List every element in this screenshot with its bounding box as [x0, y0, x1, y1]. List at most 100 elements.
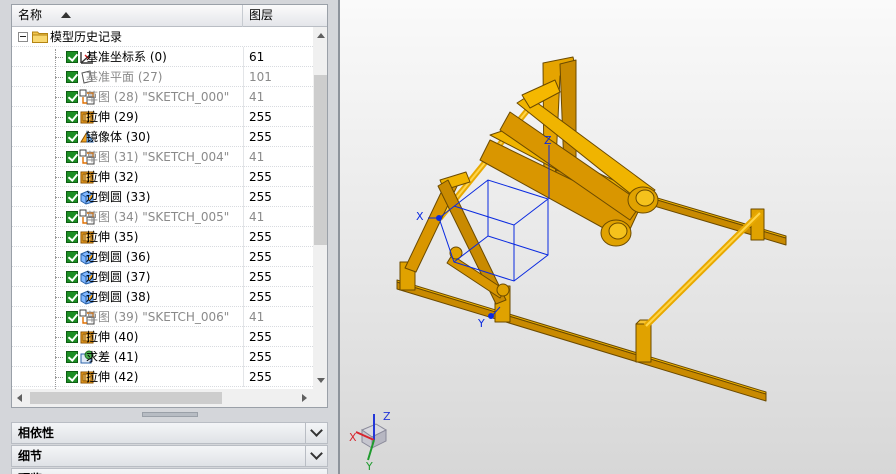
axis-x-label: X — [416, 210, 424, 223]
scroll-left-icon[interactable] — [17, 394, 22, 402]
visibility-checkbox[interactable] — [66, 131, 78, 143]
scroll-down-icon[interactable] — [317, 378, 325, 383]
chevron-down-icon[interactable] — [305, 446, 327, 466]
visibility-checkbox[interactable] — [66, 231, 78, 243]
tree-header: 名称 图层 — [12, 5, 327, 27]
column-header-name[interactable]: 名称 — [12, 5, 243, 27]
tree-root-row[interactable]: 模型历史记录 — [12, 27, 313, 47]
feature-label: 拉伸 (35) — [86, 230, 139, 244]
visibility-checkbox[interactable] — [66, 251, 78, 263]
feature-layer: 255 — [249, 170, 272, 184]
vertical-scrollbar[interactable] — [313, 27, 327, 389]
feature-label: 求差 (41) — [86, 350, 139, 364]
feature-label: 拉伸 (40) — [86, 330, 139, 344]
triad-z-label: Z — [383, 410, 391, 423]
horizontal-scrollbar[interactable] — [12, 389, 313, 407]
tree-row[interactable]: 草图 (34) "SKETCH_005" 41 — [12, 207, 313, 227]
tree-row[interactable]: 边倒圆 (33) 255 — [12, 187, 313, 207]
feature-layer: 255 — [249, 350, 272, 364]
panel-splitter-handle[interactable] — [142, 412, 198, 417]
scroll-thumb-horizontal[interactable] — [30, 392, 222, 404]
tree-row[interactable]: 基准平面 (27) 101 — [12, 67, 313, 87]
tree-row[interactable]: 草图 (31) "SKETCH_004" 41 — [12, 147, 313, 167]
visibility-checkbox[interactable] — [66, 91, 78, 103]
tree-root-label: 模型历史记录 — [50, 30, 123, 44]
graphics-viewport[interactable]: X Z Y Z X Y — [340, 0, 896, 474]
section-dependencies-label: 相依性 — [18, 426, 55, 440]
column-header-layer-label: 图层 — [249, 8, 274, 22]
section-details[interactable]: 细节 — [11, 445, 328, 467]
tree-rows: 模型历史记录 基准坐标系 (0) 61 基准平面 (27) 101 草图 (28) "S… — [12, 27, 313, 389]
visibility-checkbox[interactable] — [66, 351, 78, 363]
feature-label: 边倒圆 (37) — [86, 270, 151, 284]
scroll-right-icon[interactable] — [302, 394, 307, 402]
feature-label: 镜像体 (30) — [86, 130, 151, 144]
feature-label: 边倒圆 (38) — [86, 290, 151, 304]
feature-label: 草图 (39) "SKETCH_006" — [86, 310, 230, 324]
scroll-thumb[interactable] — [314, 75, 327, 245]
tree-row[interactable]: 拉伸 (35) 255 — [12, 227, 313, 247]
tree-row[interactable]: 拉伸 (32) 255 — [12, 167, 313, 187]
column-header-name-label: 名称 — [18, 8, 43, 22]
visibility-checkbox[interactable] — [66, 111, 78, 123]
feature-layer: 41 — [249, 90, 265, 104]
feature-label: 基准坐标系 (0) — [86, 50, 167, 64]
folder-icon — [32, 31, 48, 43]
visibility-checkbox[interactable] — [66, 271, 78, 283]
scroll-up-icon[interactable] — [317, 33, 325, 38]
scrollbar-corner — [313, 389, 327, 407]
feature-layer: 255 — [249, 370, 272, 384]
section-details-label: 细节 — [18, 449, 43, 463]
feature-label: 拉伸 (29) — [86, 110, 139, 124]
sort-ascending-icon[interactable] — [61, 12, 71, 18]
feature-layer: 255 — [249, 130, 272, 144]
collapse-icon[interactable] — [18, 32, 28, 42]
feature-layer: 41 — [249, 310, 265, 324]
tree-row[interactable]: 草图 (39) "SKETCH_006" 41 — [12, 307, 313, 327]
section-preview[interactable]: 预览 — [11, 468, 328, 474]
section-dependencies[interactable]: 相依性 — [11, 422, 328, 444]
chevron-down-icon[interactable] — [305, 423, 327, 443]
tree-row[interactable]: 求差 (41) 255 — [12, 347, 313, 367]
visibility-checkbox[interactable] — [66, 191, 78, 203]
feature-layer: 255 — [249, 110, 272, 124]
feature-layer: 61 — [249, 50, 265, 64]
tree-row[interactable]: 边倒圆 (37) 255 — [12, 267, 313, 287]
model-view[interactable]: X Z Y Z X Y — [340, 0, 896, 474]
tree-row[interactable]: 拉伸 (29) 255 — [12, 107, 313, 127]
visibility-checkbox[interactable] — [66, 311, 78, 323]
column-header-layer[interactable]: 图层 — [244, 5, 314, 27]
axis-y-label: Y — [477, 317, 485, 330]
feature-label: 边倒圆 (36) — [86, 250, 151, 264]
visibility-checkbox[interactable] — [66, 151, 78, 163]
feature-label: 边倒圆 (33) — [86, 190, 151, 204]
feature-layer: 255 — [249, 330, 272, 344]
feature-layer: 255 — [249, 250, 272, 264]
feature-layer: 255 — [249, 270, 272, 284]
view-triad-icon[interactable]: Z X Y — [349, 410, 391, 473]
tree-row[interactable]: 草图 (28) "SKETCH_000" 41 — [12, 87, 313, 107]
visibility-checkbox[interactable] — [66, 171, 78, 183]
feature-label: 拉伸 (42) — [86, 370, 139, 384]
tree-row[interactable]: 拉伸 (42) 255 — [12, 367, 313, 387]
tree-row[interactable]: 拉伸 (40) 255 — [12, 327, 313, 347]
tree-row[interactable]: 基准坐标系 (0) 61 — [12, 47, 313, 67]
visibility-checkbox[interactable] — [66, 291, 78, 303]
feature-layer: 41 — [249, 210, 265, 224]
mechanism-model[interactable] — [396, 56, 787, 402]
feature-layer: 41 — [249, 150, 265, 164]
visibility-checkbox[interactable] — [66, 371, 78, 383]
feature-layer: 101 — [249, 70, 272, 84]
feature-label: 基准平面 (27) — [86, 70, 163, 84]
tree-row[interactable]: 边倒圆 (38) 255 — [12, 287, 313, 307]
axis-z-label: Z — [544, 134, 552, 147]
tree-row[interactable]: 边倒圆 (36) 255 — [12, 247, 313, 267]
tree-row[interactable]: 镜像体 (30) 255 — [12, 127, 313, 147]
visibility-checkbox[interactable] — [66, 211, 78, 223]
visibility-checkbox[interactable] — [66, 71, 78, 83]
feature-label: 草图 (34) "SKETCH_005" — [86, 210, 230, 224]
visibility-checkbox[interactable] — [66, 51, 78, 63]
visibility-checkbox[interactable] — [66, 331, 78, 343]
feature-layer: 255 — [249, 290, 272, 304]
model-tree: 名称 图层 模型历史记录 基准坐标系 (0) 61 基准平面 (27) 101 … — [11, 4, 328, 408]
